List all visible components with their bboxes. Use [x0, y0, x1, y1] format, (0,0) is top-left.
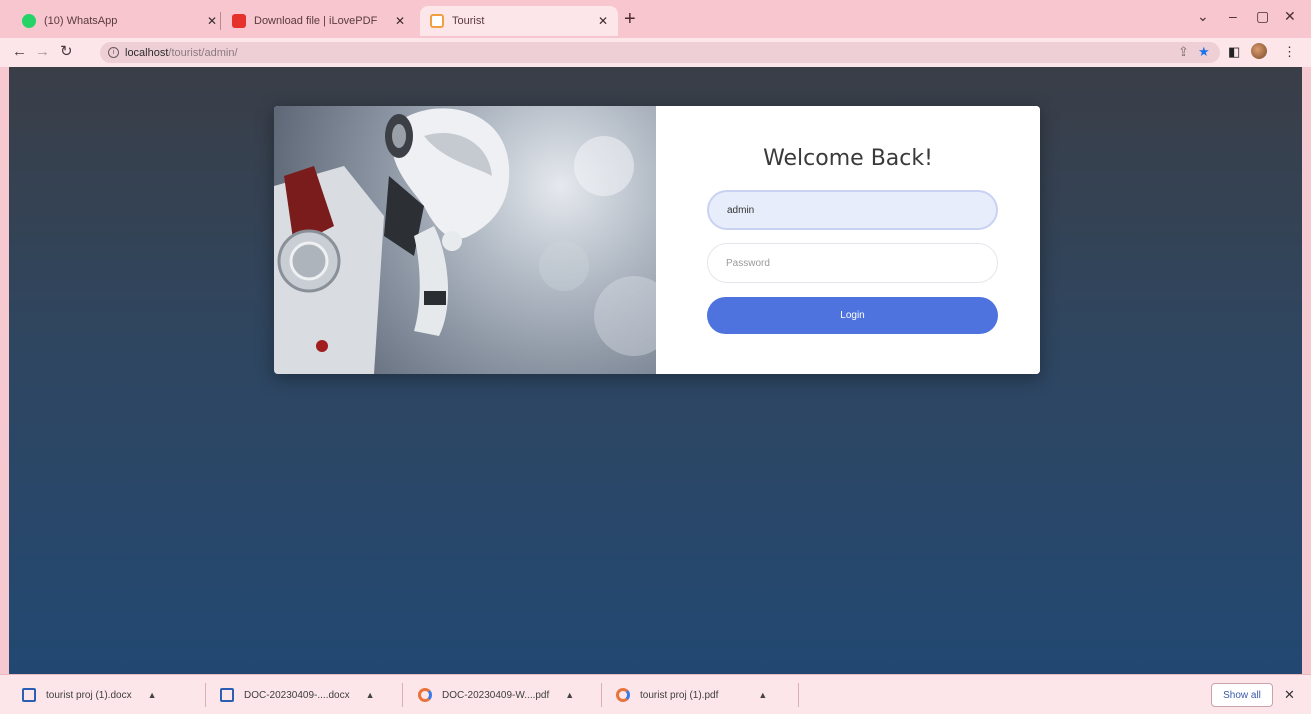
url-path: /tourist/admin/ [168, 46, 238, 59]
profile-avatar[interactable] [1251, 43, 1267, 59]
chevron-up-icon[interactable]: ▲ [366, 690, 375, 700]
tab-ilovepdf[interactable]: Download file | iLovePDF ✕ [222, 6, 415, 36]
login-button[interactable]: Login [707, 297, 998, 334]
download-filename: DOC-20230409-W....pdf [442, 689, 550, 701]
side-panel-icon[interactable]: ◧ [1228, 44, 1240, 60]
robot-illustration [274, 108, 656, 374]
bookmark-star-icon[interactable]: ★ [1198, 44, 1210, 60]
close-tab-icon[interactable]: ✕ [395, 14, 405, 28]
password-input[interactable] [707, 243, 998, 283]
download-item[interactable]: DOC-20230409-W....pdf ▲ [418, 675, 574, 714]
maximize-button[interactable]: ▢ [1256, 8, 1269, 25]
tab-tourist[interactable]: Tourist ✕ [420, 6, 618, 36]
browser-toolbar: ← → ↻ i localhost /tourist/admin/ ⇪ ★ ◧ … [0, 38, 1311, 67]
divider [205, 683, 206, 707]
close-tab-icon[interactable]: ✕ [598, 14, 608, 28]
page-icon [430, 14, 444, 28]
address-bar[interactable]: i localhost /tourist/admin/ [100, 42, 1220, 63]
page-background: Welcome Back! Login [9, 67, 1302, 674]
whatsapp-icon [22, 14, 36, 28]
download-filename: tourist proj (1).docx [46, 689, 132, 701]
close-downloads-icon[interactable]: ✕ [1284, 687, 1295, 703]
tab-search-icon[interactable]: ⌄ [1197, 8, 1209, 25]
share-icon[interactable]: ⇪ [1178, 44, 1189, 60]
username-input[interactable] [707, 190, 998, 230]
download-item[interactable]: DOC-20230409-....docx ▲ [220, 675, 375, 714]
close-tab-icon[interactable]: ✕ [207, 14, 217, 28]
docx-file-icon [22, 688, 36, 702]
chevron-up-icon[interactable]: ▲ [758, 690, 767, 700]
site-info-icon[interactable]: i [108, 47, 119, 58]
welcome-heading: Welcome Back! [763, 146, 933, 171]
tab-whatsapp[interactable]: (10) WhatsApp ✕ [12, 6, 227, 36]
ilovepdf-icon [232, 14, 246, 28]
tab-title: (10) WhatsApp [44, 15, 118, 27]
robot-image [274, 106, 656, 374]
tab-separator [220, 12, 221, 30]
downloads-bar: tourist proj (1).docx ▲ DOC-20230409-...… [0, 674, 1311, 714]
tab-title: Tourist [452, 15, 485, 27]
reload-icon[interactable]: ↻ [60, 43, 73, 61]
docx-file-icon [220, 688, 234, 702]
tab-strip: (10) WhatsApp ✕ Download file | iLovePDF… [0, 0, 1311, 38]
download-filename: DOC-20230409-....docx [244, 689, 350, 701]
forward-arrow-icon[interactable]: → [35, 43, 50, 61]
divider [601, 683, 602, 707]
download-item[interactable]: tourist proj (1).docx ▲ [22, 675, 157, 714]
login-form: Welcome Back! Login [656, 106, 1040, 374]
pdf-file-icon [616, 688, 630, 702]
pdf-file-icon [418, 688, 432, 702]
download-item[interactable]: tourist proj (1).pdf ▲ [616, 675, 767, 714]
show-all-button[interactable]: Show all [1211, 683, 1273, 707]
minimize-button[interactable]: – [1229, 8, 1237, 24]
close-window-button[interactable]: ✕ [1284, 8, 1296, 25]
new-tab-button[interactable]: + [624, 9, 636, 29]
url-host: localhost [125, 46, 169, 59]
chevron-up-icon[interactable]: ▲ [148, 690, 157, 700]
tab-title: Download file | iLovePDF [254, 15, 378, 27]
back-arrow-icon[interactable]: ← [12, 43, 27, 61]
menu-kebab-icon[interactable]: ⋮ [1283, 44, 1296, 60]
divider [402, 683, 403, 707]
chevron-up-icon[interactable]: ▲ [565, 690, 574, 700]
login-card: Welcome Back! Login [274, 106, 1040, 374]
download-filename: tourist proj (1).pdf [640, 689, 719, 701]
divider [798, 683, 799, 707]
